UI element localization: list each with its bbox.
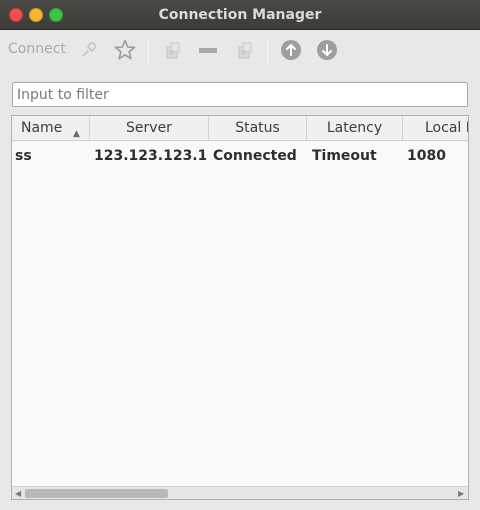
toolbar: Connect xyxy=(0,30,480,70)
connection-table: Name ▲ Server Status Latency Local Port … xyxy=(11,115,469,500)
scrollbar-thumb[interactable] xyxy=(25,489,168,498)
cell-local-port: 1080 xyxy=(407,148,446,164)
remove-icon[interactable] xyxy=(196,38,220,62)
column-header-local-port[interactable]: Local Port xyxy=(403,116,468,141)
title-bar: Connection Manager xyxy=(0,0,480,30)
star-icon[interactable] xyxy=(113,38,137,62)
cell-name: ss xyxy=(15,148,32,164)
horizontal-scrollbar[interactable]: ◀ ▶ xyxy=(12,486,468,499)
scroll-right-icon[interactable]: ▶ xyxy=(458,488,464,499)
move-up-icon[interactable] xyxy=(279,38,303,62)
sort-ascending-icon: ▲ xyxy=(73,129,80,139)
cell-server: 123.123.123.1... xyxy=(94,148,206,164)
column-header-server[interactable]: Server xyxy=(90,116,209,141)
filter-input[interactable] xyxy=(12,82,468,107)
column-header-latency[interactable]: Latency xyxy=(307,116,403,141)
toolbar-separator xyxy=(148,38,149,64)
move-down-icon[interactable] xyxy=(315,38,339,62)
toolbar-separator xyxy=(267,38,268,64)
connect-button[interactable]: Connect xyxy=(8,41,66,57)
column-header-name[interactable]: Name ▲ xyxy=(12,116,90,141)
connect-plug-icon[interactable] xyxy=(77,38,101,62)
window-title: Connection Manager xyxy=(158,7,322,23)
column-header-status[interactable]: Status xyxy=(209,116,307,141)
cell-latency: Timeout xyxy=(312,148,377,164)
cell-status: Connected xyxy=(213,148,297,164)
table-header: Name ▲ Server Status Latency Local Port xyxy=(12,116,468,141)
scroll-left-icon[interactable]: ◀ xyxy=(15,488,21,499)
paste-icon[interactable] xyxy=(233,38,257,62)
copy-icon[interactable] xyxy=(161,38,185,62)
table-row[interactable]: ss 123.123.123.1... Connected Timeout 10… xyxy=(12,143,468,169)
